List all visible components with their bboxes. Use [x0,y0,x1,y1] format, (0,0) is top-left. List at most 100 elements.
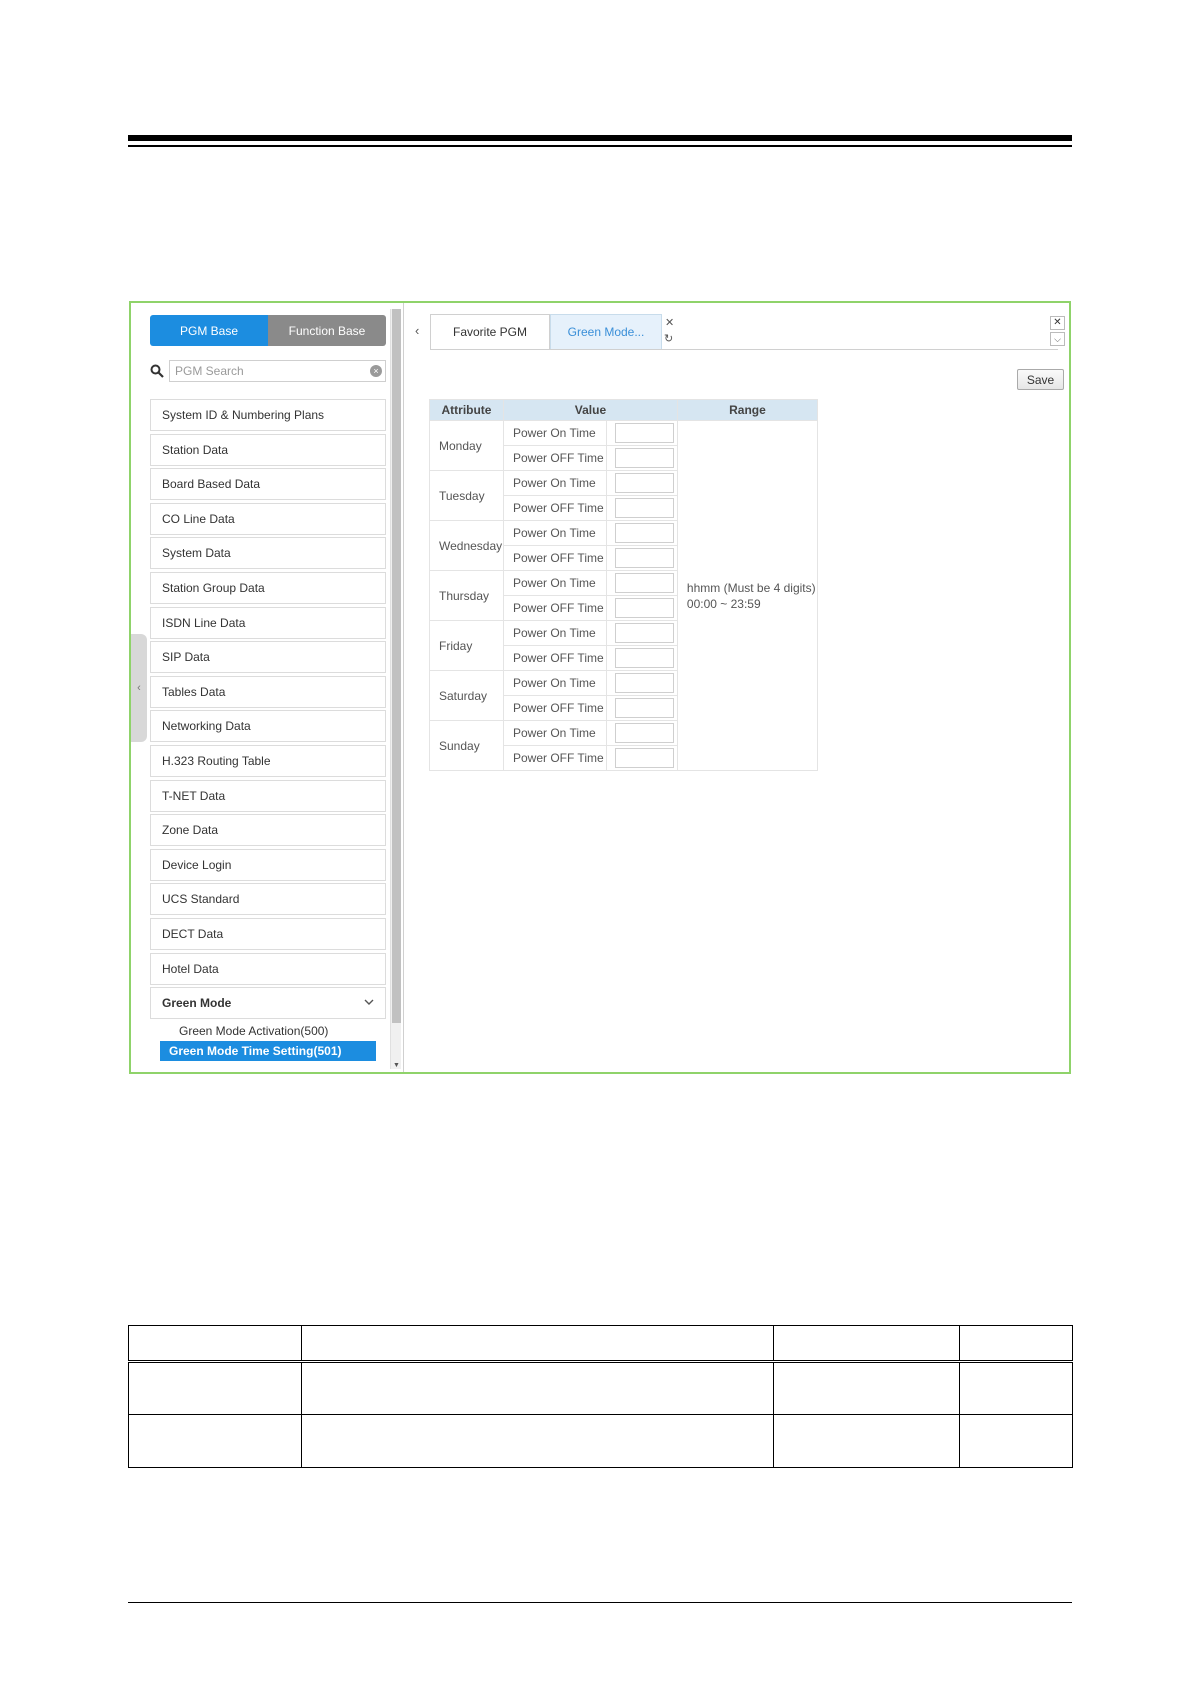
table-header-row: Attribute Value Range [429,399,819,421]
footer-rule [128,1602,1072,1603]
panel-divider [403,303,404,1072]
pgm-menu-list: System ID & Numbering Plans Station Data… [150,399,386,1022]
menu-item-networking-data[interactable]: Networking Data [150,710,386,743]
range-cell: hhmm (Must be 4 digits) 00:00 ~ 23:59 [676,420,819,771]
tab-favorite-pgm[interactable]: Favorite PGM [430,314,550,349]
tab-green-mode[interactable]: Green Mode... [550,314,662,349]
menu-item-co-line-data[interactable]: CO Line Data [150,502,386,535]
power-on-label: Power On Time [502,670,607,696]
monday-power-off-input[interactable] [614,448,674,468]
sunday-power-on-input[interactable] [614,723,674,743]
tab-list-dropdown-icon[interactable]: ⌵ [1050,332,1065,346]
friday-power-off-input[interactable] [614,648,674,668]
menu-item-green-mode[interactable]: Green Mode [150,987,386,1020]
menu-scrollbar[interactable]: ▼ [390,309,401,1069]
power-off-label: Power OFF Time [502,445,607,471]
document-table [128,1325,1073,1468]
table-row: Monday Power On Time hhmm (Must be 4 dig… [429,420,819,771]
mode-tabs: PGM Base Function Base [150,315,386,346]
thursday-power-off-input[interactable] [614,598,674,618]
power-on-label: Power On Time [502,620,607,646]
tab-controls: ✕ ↻ [662,314,678,349]
day-thursday: Thursday [429,570,504,621]
pgm-base-tab[interactable]: PGM Base [150,315,268,346]
scroll-down-arrow-icon[interactable]: ▼ [392,1062,401,1069]
submenu-item-green-mode-activation[interactable]: Green Mode Activation(500) [160,1021,376,1041]
day-wednesday: Wednesday [429,520,504,571]
search-icon[interactable] [150,364,164,378]
menu-item-device-login[interactable]: Device Login [150,848,386,881]
left-panel: PGM Base Function Base × System ID & Num… [131,303,403,1072]
value-header: Value [502,399,678,421]
clear-search-icon[interactable]: × [370,365,382,377]
pgm-search-input[interactable] [169,360,386,382]
sunday-power-off-input[interactable] [614,748,674,768]
power-on-label: Power On Time [502,570,607,596]
day-monday: Monday [429,420,504,471]
search-row: × [150,360,386,382]
day-sunday: Sunday [429,720,504,771]
attribute-header: Attribute [429,399,504,421]
thursday-power-on-input[interactable] [614,573,674,593]
day-saturday: Saturday [429,670,504,721]
save-button[interactable]: Save [1017,369,1064,390]
header-rule-thick [128,135,1072,141]
power-off-label: Power OFF Time [502,595,607,621]
menu-item-zone-data[interactable]: Zone Data [150,814,386,847]
day-tuesday: Tuesday [429,470,504,521]
tuesday-power-off-input[interactable] [614,498,674,518]
power-off-label: Power OFF Time [502,645,607,671]
power-on-label: Power On Time [502,720,607,746]
screenshot-frame: PGM Base Function Base × System ID & Num… [129,301,1071,1074]
day-friday: Friday [429,620,504,671]
menu-item-dect-data[interactable]: DECT Data [150,917,386,950]
range-header: Range [676,399,819,421]
document-table-row [128,1361,1073,1415]
power-off-label: Power OFF Time [502,495,607,521]
function-base-tab[interactable]: Function Base [268,315,386,346]
tab-scroll-left-icon[interactable]: ‹ [415,323,419,338]
power-off-label: Power OFF Time [502,545,607,571]
close-all-icon[interactable]: ✕ [1050,316,1065,330]
menu-item-station-group-data[interactable]: Station Group Data [150,571,386,604]
power-off-label: Power OFF Time [502,745,607,771]
tab-underline [430,349,1058,350]
wednesday-power-off-input[interactable] [614,548,674,568]
menu-item-station-data[interactable]: Station Data [150,433,386,466]
menu-item-system-data[interactable]: System Data [150,537,386,570]
menu-item-board-based-data[interactable]: Board Based Data [150,468,386,501]
tab-bar: Favorite PGM Green Mode... ✕ ↻ [430,314,678,349]
refresh-icon[interactable]: ↻ [664,332,673,345]
close-tab-icon[interactable]: ✕ [665,316,674,329]
document-table-row [128,1414,1073,1468]
monday-power-on-input[interactable] [614,423,674,443]
menu-item-h323-routing-table[interactable]: H.323 Routing Table [150,744,386,777]
submenu-item-green-mode-time-setting[interactable]: Green Mode Time Setting(501) [160,1041,376,1061]
tuesday-power-on-input[interactable] [614,473,674,493]
power-on-label: Power On Time [502,470,607,496]
document-table-header [128,1325,1073,1363]
green-mode-submenu: Green Mode Activation(500) Green Mode Ti… [150,1021,386,1061]
menu-item-ucs-standard[interactable]: UCS Standard [150,883,386,916]
power-on-label: Power On Time [502,420,607,446]
menu-item-green-mode-label: Green Mode [162,996,232,1011]
friday-power-on-input[interactable] [614,623,674,643]
saturday-power-on-input[interactable] [614,673,674,693]
menu-item-t-net-data[interactable]: T-NET Data [150,779,386,812]
power-on-label: Power On Time [502,520,607,546]
header-rule-thin [128,145,1072,147]
menu-item-sip-data[interactable]: SIP Data [150,641,386,674]
menu-scrollbar-thumb[interactable] [392,309,401,1023]
green-mode-time-table: Attribute Value Range Monday Power On Ti… [429,399,819,771]
range-values: 00:00 ~ 23:59 [686,596,761,611]
range-format: hhmm (Must be 4 digits) [686,580,816,595]
wednesday-power-on-input[interactable] [614,523,674,543]
power-off-label: Power OFF Time [502,695,607,721]
menu-item-hotel-data[interactable]: Hotel Data [150,952,386,985]
collapse-panel-handle[interactable]: ‹ [131,634,147,742]
menu-item-isdn-line-data[interactable]: ISDN Line Data [150,606,386,639]
saturday-power-off-input[interactable] [614,698,674,718]
menu-item-tables-data[interactable]: Tables Data [150,675,386,708]
menu-item-system-id[interactable]: System ID & Numbering Plans [150,399,386,431]
chevron-down-icon [364,999,374,1006]
